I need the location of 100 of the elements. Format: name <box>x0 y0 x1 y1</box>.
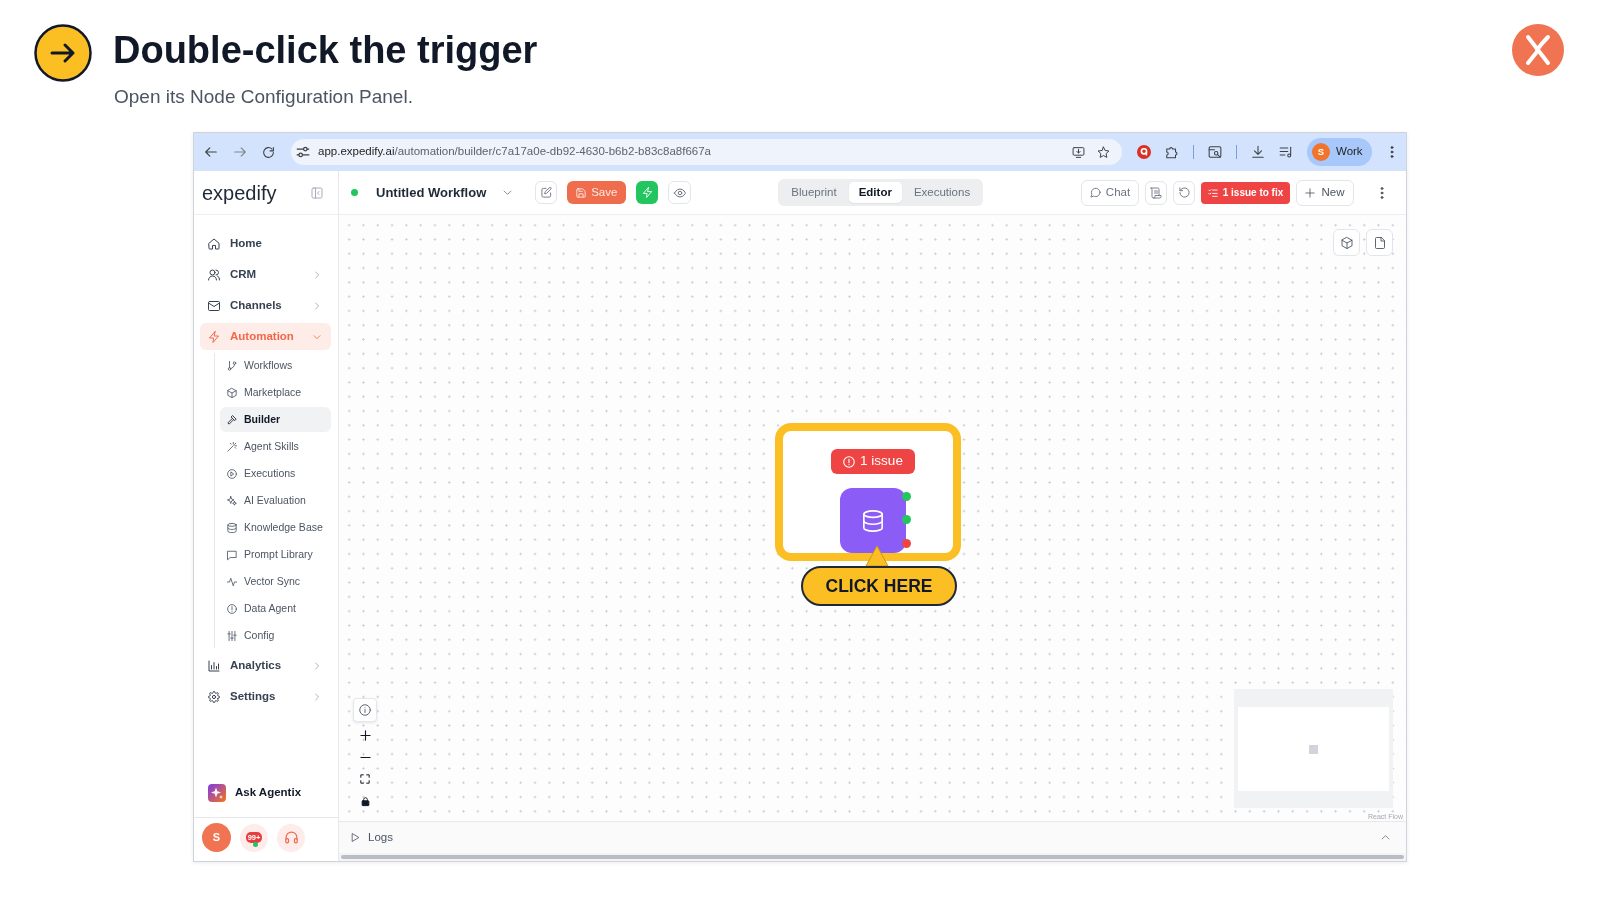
edit-icon <box>540 187 552 198</box>
tab-search-icon[interactable] <box>1208 145 1222 159</box>
ask-agentix-link[interactable]: Ask Agentix <box>194 779 338 807</box>
sidebar-item[interactable]: Executions <box>220 461 331 486</box>
chevron-up-icon[interactable] <box>1381 833 1390 842</box>
sidebar-item[interactable]: Analytics <box>200 652 331 679</box>
logo-icon <box>1512 24 1564 76</box>
sidebar-item[interactable]: Agent Skills <box>220 434 331 459</box>
profile-button[interactable]: S Work <box>1307 138 1372 166</box>
history-button[interactable] <box>1173 180 1195 205</box>
sidebar-item[interactable]: Data Agent <box>220 596 331 621</box>
sparkles-icon <box>227 495 237 506</box>
file-icon <box>1373 236 1386 249</box>
online-dot-icon <box>253 841 258 847</box>
view-tab[interactable]: Executions <box>903 182 981 203</box>
sidebar-item[interactable]: Channels <box>200 292 331 319</box>
notes-button[interactable] <box>1145 180 1167 205</box>
hammer-icon <box>227 414 237 425</box>
download-icon[interactable] <box>1251 145 1265 159</box>
media-list-icon[interactable] <box>1279 145 1293 159</box>
sidebar-item[interactable]: Config <box>220 623 331 648</box>
arrow-right-icon <box>34 24 92 82</box>
sidebar-item[interactable]: AI Evaluation <box>220 488 331 513</box>
headset-icon <box>284 831 298 844</box>
sidebar-item[interactable]: Home <box>200 230 331 257</box>
database-icon <box>862 509 884 532</box>
tune-icon[interactable] <box>296 145 310 159</box>
issues-button[interactable]: 1 issue to fix <box>1201 181 1290 204</box>
fit-view-icon[interactable] <box>360 774 370 784</box>
handle-icon[interactable] <box>902 539 911 548</box>
sidebar-item[interactable]: CRM <box>200 261 331 288</box>
zoom-in-icon[interactable] <box>359 729 371 741</box>
new-button[interactable]: New <box>1296 179 1354 206</box>
workflow-name: Untitled Workflow <box>376 183 487 202</box>
handle-icon[interactable] <box>902 492 911 501</box>
chat-icon <box>1089 187 1101 198</box>
forward-icon[interactable] <box>233 145 247 159</box>
address-bar[interactable]: app.expedify.ai/automation/builder/c7a17a0e-db92-4630-b6b2-b83c8a8f667a <box>291 139 1122 165</box>
canvas-tool-button[interactable] <box>1333 229 1360 256</box>
play-icon <box>351 833 360 842</box>
cube-icon <box>227 387 237 398</box>
status-dot-icon <box>351 189 358 196</box>
handle-icon[interactable] <box>902 515 911 524</box>
reload-icon[interactable] <box>262 145 275 159</box>
view-tab[interactable]: Editor <box>848 182 902 203</box>
bar-chart-icon <box>208 659 220 672</box>
app-logo: expedify <box>202 180 277 206</box>
alert-circle-icon <box>227 603 237 614</box>
pulse-icon <box>227 576 237 587</box>
info-button[interactable] <box>353 698 377 722</box>
slide-title: Double-click the trigger <box>113 28 538 72</box>
support-button[interactable] <box>277 823 305 852</box>
sidebar-item[interactable]: Vector Sync <box>220 569 331 594</box>
profile-avatar: S <box>1312 143 1330 161</box>
run-button[interactable] <box>636 181 659 204</box>
back-icon[interactable] <box>204 145 218 159</box>
view-tab[interactable]: Blueprint <box>781 182 847 203</box>
canvas-tool-button[interactable] <box>1366 229 1393 256</box>
home-icon <box>208 237 220 250</box>
eye-icon <box>673 186 686 199</box>
slide-subtitle: Open its Node Configuration Panel. <box>114 86 414 108</box>
agent-sparkle-icon <box>208 784 226 802</box>
edit-button[interactable] <box>535 181 558 204</box>
sidebar-item[interactable]: Prompt Library <box>220 542 331 567</box>
checklist-icon <box>1207 187 1218 198</box>
logs-toggle[interactable]: Logs <box>351 828 393 847</box>
preview-button[interactable] <box>668 181 692 204</box>
scroll-icon <box>1150 186 1162 199</box>
sidebar-item[interactable]: Marketplace <box>220 380 331 405</box>
cube-icon <box>1340 236 1353 249</box>
extension-icon[interactable] <box>1137 145 1151 159</box>
mail-icon <box>208 299 220 312</box>
chevron-down-icon[interactable] <box>503 188 513 197</box>
puzzle-icon[interactable] <box>1165 145 1179 159</box>
plus-icon <box>1305 187 1316 198</box>
issue-label: 1 issue <box>860 452 903 471</box>
sidebar-item[interactable]: Settings <box>200 683 331 710</box>
lock-icon[interactable] <box>360 796 370 806</box>
lightning-icon <box>641 187 653 198</box>
database-icon <box>227 522 237 533</box>
sidebar-item[interactable]: Knowledge Base <box>220 515 331 540</box>
settings-icon <box>208 690 220 703</box>
branch-icon <box>227 360 237 371</box>
alert-circle-icon <box>843 455 856 468</box>
workflow-node[interactable] <box>840 488 906 553</box>
sliders-icon <box>227 630 237 641</box>
sidebar-item[interactable]: Workflows <box>220 353 331 378</box>
install-icon[interactable] <box>1072 145 1085 159</box>
rotate-icon <box>1178 187 1190 198</box>
save-icon <box>576 187 587 198</box>
info-icon <box>359 704 371 716</box>
star-icon[interactable] <box>1097 145 1110 159</box>
chat-button[interactable]: Chat <box>1081 179 1139 206</box>
users-icon <box>208 268 220 281</box>
sidebar-toggle-icon[interactable] <box>311 186 323 199</box>
message-icon <box>227 549 237 560</box>
sidebar-item[interactable]: Builder <box>220 407 331 432</box>
lightning-icon <box>208 330 220 343</box>
play-circle-icon <box>227 468 237 479</box>
scrollbar[interactable] <box>339 853 1406 861</box>
